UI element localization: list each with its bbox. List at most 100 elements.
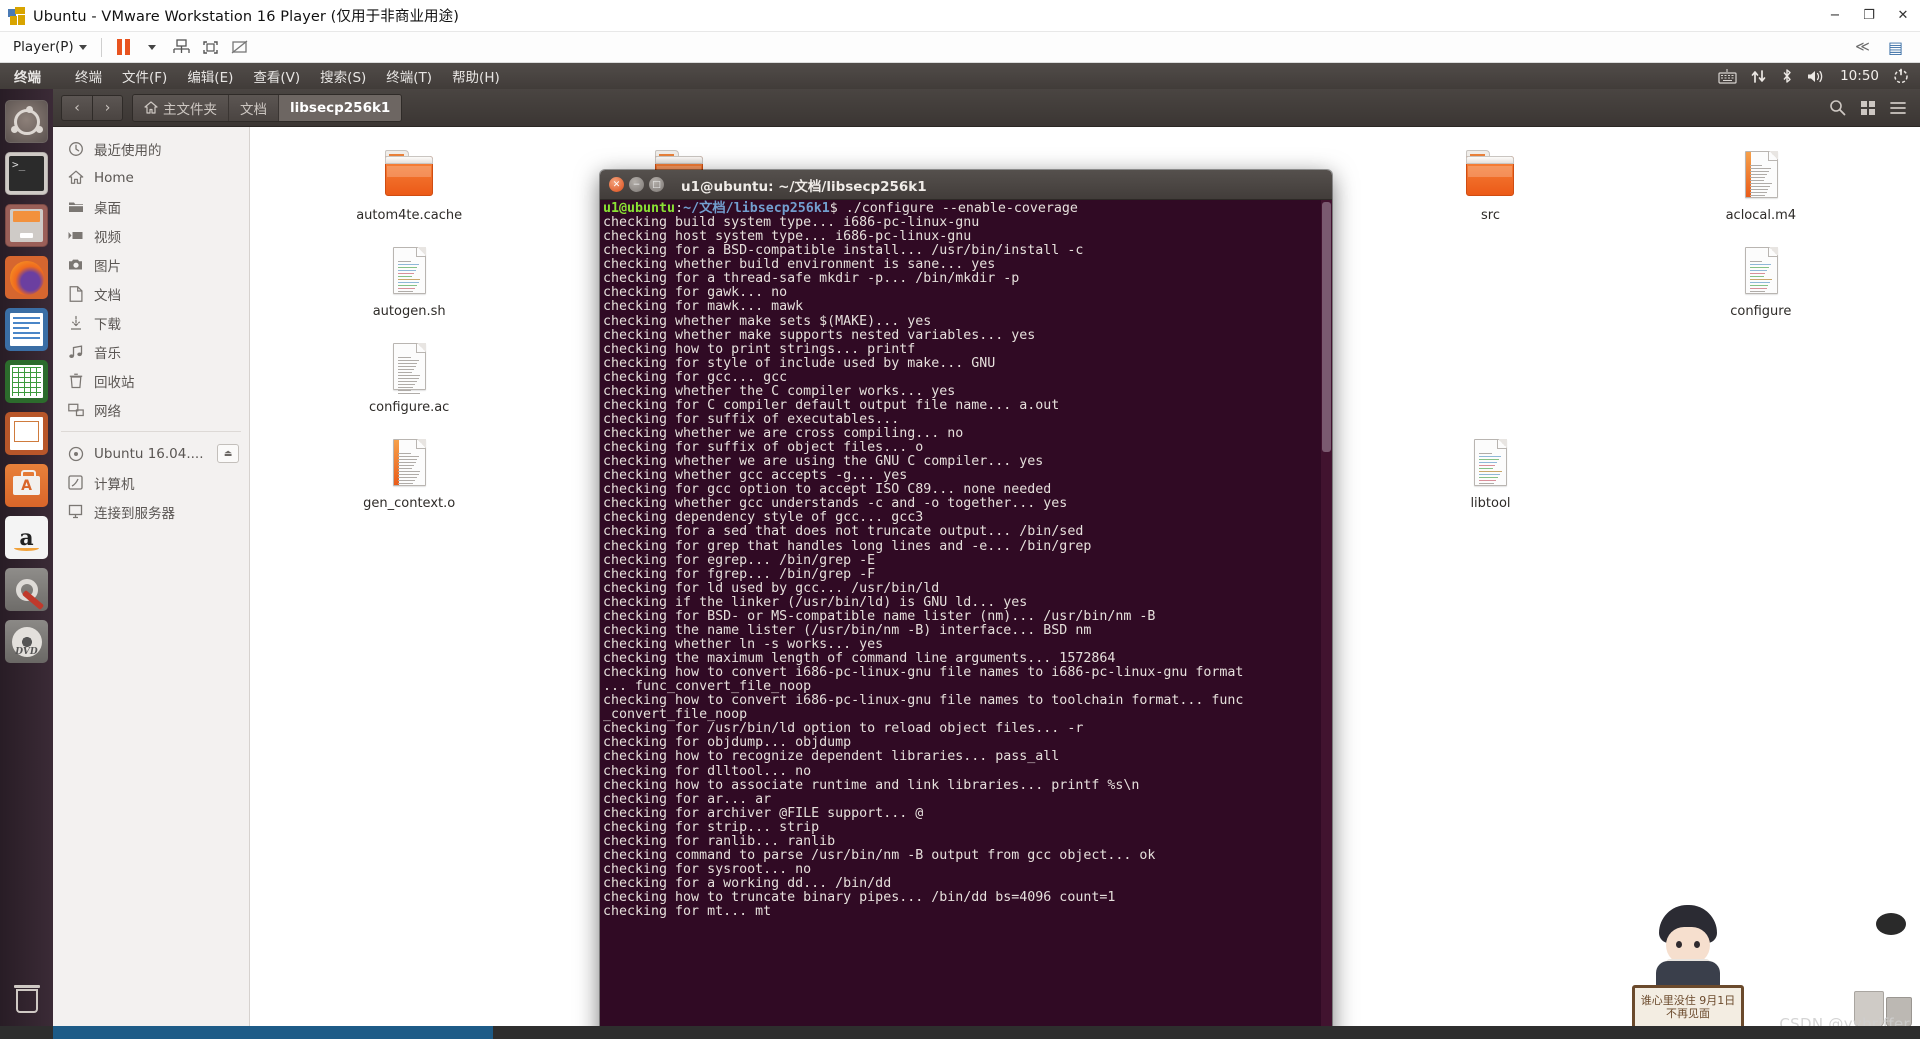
terminal-output-line: checking for BSD- or MS-compatible name … bbox=[603, 608, 1156, 624]
terminal-output-line: checking for /usr/bin/ld option to reloa… bbox=[603, 721, 1084, 737]
breadcrumb-item-documents[interactable]: 文档 bbox=[229, 94, 279, 121]
pause-dropdown-chevron-down-icon[interactable] bbox=[138, 35, 167, 60]
sidebar-item-home[interactable]: Home bbox=[53, 163, 249, 192]
libreoffice-impress-icon[interactable] bbox=[5, 412, 48, 455]
system-settings-icon[interactable] bbox=[5, 568, 48, 611]
dvd-drive-icon[interactable]: DVD bbox=[5, 620, 48, 663]
sidebar-item-videos[interactable]: 视频 bbox=[53, 221, 249, 250]
detach-icon[interactable] bbox=[225, 35, 254, 60]
file-item[interactable]: aclocal.m4 bbox=[1626, 141, 1896, 227]
menu-view[interactable]: 查看(V) bbox=[243, 64, 310, 88]
minimize-button[interactable]: − bbox=[1818, 0, 1852, 31]
taskbar-window-button[interactable] bbox=[53, 1026, 493, 1039]
ubuntu-dash-icon[interactable] bbox=[5, 100, 48, 143]
terminal-output-line: checking how to convert i686-pc-linux-gn… bbox=[603, 665, 1244, 681]
file-item[interactable]: libtool bbox=[1355, 429, 1625, 515]
collapse-toolbar-icon[interactable]: ≪ bbox=[1848, 35, 1877, 60]
sidebar-label-music: 音乐 bbox=[94, 345, 121, 362]
home-icon bbox=[144, 101, 158, 114]
search-icon[interactable] bbox=[1829, 99, 1846, 116]
file-item[interactable]: gen_context.o bbox=[274, 429, 544, 515]
terminal-output-line: checking for egrep... /bin/grep -E bbox=[603, 552, 876, 568]
network-transfer-icon[interactable] bbox=[1751, 69, 1767, 84]
menu-terminal-2[interactable]: 终端(T) bbox=[376, 64, 442, 88]
fullscreen-icon[interactable] bbox=[196, 35, 225, 60]
terminal-output-line: checking whether build environment is sa… bbox=[603, 257, 996, 273]
terminal-scrollbar-thumb[interactable] bbox=[1322, 202, 1331, 452]
breadcrumb-item-current[interactable]: libsecp256k1 bbox=[279, 94, 402, 121]
sidebar-item-pictures[interactable]: 图片 bbox=[53, 250, 249, 279]
volume-icon[interactable] bbox=[1807, 69, 1826, 84]
vmware-player-window: Ubuntu - VMware Workstation 16 Player (仅… bbox=[0, 0, 1920, 1039]
menu-search[interactable]: 搜索(S) bbox=[310, 64, 376, 88]
terminal-output-line: checking for archiver @FILE support... @ bbox=[603, 805, 924, 821]
sidebar-item-computer[interactable]: 计算机 bbox=[53, 468, 249, 497]
ubuntu-software-icon[interactable] bbox=[5, 464, 48, 507]
sidebar-item-ubuntu-disc[interactable]: Ubuntu 16.04.... ⏏ bbox=[53, 439, 249, 468]
pause-icon[interactable] bbox=[109, 35, 138, 60]
terminal-maximize-button[interactable]: □ bbox=[649, 177, 664, 192]
menu-terminal[interactable]: 终端 bbox=[65, 64, 112, 88]
recent-clock-icon bbox=[67, 140, 84, 157]
trash-icon[interactable] bbox=[5, 979, 48, 1022]
sidebar-label-recent: 最近使用的 bbox=[94, 142, 162, 159]
amazon-icon[interactable]: a bbox=[5, 516, 48, 559]
panel-clock[interactable]: 10:50 bbox=[1840, 68, 1879, 84]
file-item[interactable]: configure bbox=[1626, 237, 1896, 323]
terminal-icon[interactable]: >_ bbox=[5, 152, 48, 195]
terminal-body[interactable]: u1@ubuntu:~/文档/libsecp256k1$ ./configure… bbox=[600, 200, 1332, 1039]
terminal-scrollbar[interactable] bbox=[1321, 200, 1332, 1039]
file-item[interactable]: configure.ac bbox=[274, 333, 544, 419]
terminal-output-line: checking build system type... i686-pc-li… bbox=[603, 215, 980, 231]
forward-button[interactable]: › bbox=[92, 94, 123, 121]
menu-help[interactable]: 帮助(H) bbox=[442, 64, 510, 88]
terminal-output-line: checking how to convert i686-pc-linux-gn… bbox=[603, 693, 1244, 709]
disc-icon bbox=[67, 445, 84, 462]
sidebar-label-connect-server: 连接到服务器 bbox=[94, 505, 175, 522]
session-power-icon[interactable] bbox=[1893, 68, 1909, 84]
sidebar-item-downloads[interactable]: 下载 bbox=[53, 308, 249, 337]
file-item[interactable]: autogen.sh bbox=[274, 237, 544, 323]
document-file-icon bbox=[382, 339, 436, 395]
terminal-title-bar[interactable]: ✕ − □ u1@ubuntu: ~/文档/libsecp256k1 bbox=[600, 170, 1332, 200]
breadcrumb-item-home[interactable]: 主文件夹 bbox=[133, 94, 229, 121]
player-menu-button[interactable]: Player(P) bbox=[6, 36, 94, 59]
terminal-output-line: checking host system type... i686-pc-lin… bbox=[603, 229, 972, 245]
terminal-close-button[interactable]: ✕ bbox=[609, 177, 624, 192]
terminal-output[interactable]: u1@ubuntu:~/文档/libsecp256k1$ ./configure… bbox=[600, 200, 1321, 1039]
terminal-output-line: checking the maximum length of command l… bbox=[603, 651, 1116, 666]
files-icon[interactable] bbox=[5, 204, 48, 247]
close-button[interactable]: ✕ bbox=[1886, 0, 1920, 31]
file-item[interactable]: autom4te.cache bbox=[274, 141, 544, 227]
libreoffice-writer-icon[interactable] bbox=[5, 308, 48, 351]
terminal-minimize-button[interactable]: − bbox=[629, 177, 644, 192]
sidebar-item-network[interactable]: 网络 bbox=[53, 395, 249, 424]
file-name-label: src bbox=[1481, 208, 1500, 223]
sidebar-item-documents[interactable]: 文档 bbox=[53, 279, 249, 308]
sidebar-item-music[interactable]: 音乐 bbox=[53, 337, 249, 366]
folder-icon bbox=[1463, 147, 1517, 203]
libreoffice-calc-icon[interactable] bbox=[5, 360, 48, 403]
menu-file[interactable]: 文件(F) bbox=[112, 64, 177, 88]
eject-button[interactable]: ⏏ bbox=[217, 444, 239, 463]
firefox-icon[interactable] bbox=[5, 256, 48, 299]
keyboard-icon[interactable] bbox=[1718, 68, 1737, 84]
sidebar-item-connect-server[interactable]: 连接到服务器 bbox=[53, 497, 249, 526]
file-item[interactable]: src bbox=[1355, 141, 1625, 227]
sidebar-item-trash[interactable]: 回收站 bbox=[53, 366, 249, 395]
menu-icon[interactable] bbox=[1890, 101, 1906, 115]
terminal-output-line: checking whether gcc understands -c and … bbox=[603, 496, 1068, 512]
breadcrumb-documents-label: 文档 bbox=[240, 101, 267, 118]
sidebar-item-desktop[interactable]: 桌面 bbox=[53, 192, 249, 221]
view-options-icon[interactable] bbox=[1860, 100, 1876, 116]
back-button[interactable]: ‹ bbox=[61, 94, 92, 121]
computer-icon bbox=[67, 474, 84, 491]
bluetooth-icon[interactable] bbox=[1781, 68, 1793, 84]
menu-icon[interactable]: ▤ bbox=[1881, 35, 1910, 60]
terminal-output-line: checking for mawk... mawk bbox=[603, 299, 804, 315]
network-icon[interactable] bbox=[167, 35, 196, 60]
maximize-button[interactable]: ❐ bbox=[1852, 0, 1886, 31]
sidebar-item-recent[interactable]: 最近使用的 bbox=[53, 134, 249, 163]
menu-edit[interactable]: 编辑(E) bbox=[177, 64, 243, 88]
file-name-label: aclocal.m4 bbox=[1725, 208, 1797, 223]
